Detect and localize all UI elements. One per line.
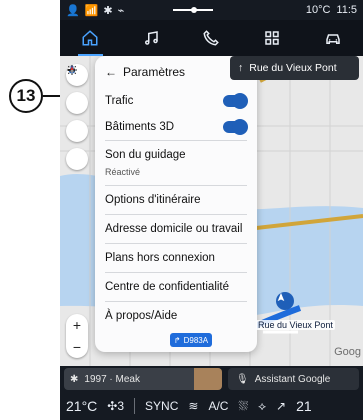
car-icon — [325, 34, 340, 44]
setting-row-traffic[interactable]: Trafic — [95, 88, 257, 114]
fan-speed[interactable]: ✣3 — [107, 399, 124, 413]
zoom-out-button[interactable]: − — [73, 339, 81, 355]
tab-media[interactable] — [121, 20, 182, 56]
seat-heating-icon[interactable]: ⟡ — [258, 399, 266, 414]
now-playing-text: 1997 · Meak — [84, 373, 140, 385]
road-label: Rue du Vieux Pont — [256, 320, 335, 330]
right-temperature[interactable]: 21 — [296, 398, 312, 414]
settings-panel: ← Paramètres ✕ Trafic Bâtiments 3D — [95, 56, 257, 352]
assistant-label: Assistant Google — [254, 373, 331, 385]
media-assistant-row: ✱ 1997 · Meak 🎙 Assistant Google — [60, 366, 363, 392]
back-arrow-icon[interactable]: ← — [105, 65, 117, 79]
map-provider-watermark: Goog — [334, 346, 361, 358]
voice-guidance-status: Réactivé — [105, 167, 141, 177]
music-icon — [144, 31, 158, 45]
tab-phone[interactable] — [181, 20, 242, 56]
status-bar: 👤 📶 ✱ ⌁ 10°C 11:5 — [60, 0, 363, 20]
airflow-icon[interactable]: ↗ — [276, 399, 286, 413]
home-icon — [82, 30, 98, 46]
left-temp-unit: °C — [81, 398, 98, 414]
screenshot-stage: 13 👤 📶 ✱ ⌁ 10°C 11:5 ← Paramètres Trafic… — [0, 0, 363, 420]
callout-number: 13 — [16, 86, 36, 105]
settings-title-group: ← Paramètres — [105, 65, 185, 79]
offline-maps-label: Plans hors connexion — [105, 252, 215, 264]
climate-bar: 21°C ✣3 SYNC ≋ A/C ⛆ ⟡ ↗ 21 — [60, 392, 363, 420]
ac-button[interactable]: A/C — [208, 399, 228, 413]
callout-leader-line — [43, 95, 60, 97]
map-left-tools — [66, 64, 88, 170]
home-work-label: Adresse domicile ou travail — [105, 223, 243, 235]
route-chip-text: Rue du Vieux Pont — [249, 62, 337, 74]
zoom-controls: + − — [66, 314, 88, 358]
route-instruction-chip[interactable]: ↑ Rue du Vieux Pont — [230, 56, 359, 80]
navigation-arrow-icon — [277, 292, 285, 302]
fan-level: 3 — [117, 399, 125, 413]
sync-button[interactable]: SYNC — [145, 399, 178, 413]
album-art — [194, 368, 222, 390]
callout-13: 13 — [9, 79, 43, 113]
main-tab-bar — [60, 20, 363, 56]
buildings-3d-toggle[interactable] — [223, 119, 248, 135]
current-location-marker — [276, 292, 294, 310]
setting-row-route-options[interactable]: Options d'itinéraire — [95, 186, 257, 214]
setting-row-offline-maps[interactable]: Plans hors connexion — [95, 244, 257, 272]
assistant-card[interactable]: 🎙 Assistant Google — [228, 368, 359, 390]
left-temperature[interactable]: 21°C — [66, 398, 97, 414]
traffic-label: Trafic — [105, 95, 134, 107]
rear-defrost-icon[interactable]: ≋ — [188, 399, 198, 413]
traffic-toggle[interactable] — [223, 93, 248, 109]
about-help-label: À propos/Aide — [105, 310, 178, 322]
setting-row-home-work[interactable]: Adresse domicile ou travail — [95, 215, 257, 243]
apps-grid-icon — [265, 31, 279, 45]
zoom-in-button[interactable]: + — [73, 317, 81, 333]
status-icons-left: 👤 📶 ✱ ⌁ — [66, 4, 124, 17]
route-options-label: Options d'itinéraire — [105, 194, 201, 206]
left-temp-value: 21 — [66, 398, 82, 414]
clock: 11:5 — [336, 4, 357, 16]
infotainment-screen: 👤 📶 ✱ ⌁ 10°C 11:5 ← Paramètres Trafic Bâ… — [60, 0, 363, 420]
toggle-knob — [232, 93, 248, 109]
privacy-center-label: Centre de confidentialité — [105, 281, 230, 293]
sound-button[interactable] — [66, 67, 88, 142]
now-playing-card[interactable]: ✱ 1997 · Meak — [64, 368, 222, 390]
compass-icon — [70, 66, 74, 74]
settings-title: Paramètres — [123, 65, 186, 79]
setting-row-privacy-center[interactable]: Centre de confidentialité — [95, 273, 257, 301]
road-number-tag: ↱ D983A — [170, 333, 212, 347]
buildings-3d-label: Bâtiments 3D — [105, 121, 175, 133]
status-right: 10°C 11:5 — [306, 4, 357, 16]
road-tag-arrow-icon: ↱ — [173, 335, 181, 345]
compass-button[interactable] — [66, 66, 88, 170]
bluetooth-icon: ✱ — [103, 4, 113, 17]
tab-vehicle[interactable] — [302, 20, 363, 56]
outside-temperature: 10°C — [305, 4, 331, 16]
setting-row-3d-buildings[interactable]: Bâtiments 3D — [95, 114, 257, 140]
toggle-knob — [232, 119, 248, 135]
front-defrost-icon[interactable]: ⛆ — [238, 399, 248, 414]
wifi-icon: ⌁ — [117, 4, 125, 17]
phone-icon — [203, 30, 220, 46]
navigation-map[interactable]: ← Paramètres ✕ Trafic Bâtiments 3D — [60, 56, 363, 366]
arrow-up-icon: ↑ — [238, 62, 244, 74]
tab-home[interactable] — [60, 20, 121, 56]
bluetooth-media-icon: ✱ — [70, 373, 79, 385]
settings-button[interactable] — [66, 65, 88, 114]
fan-icon: ✣ — [107, 399, 118, 413]
road-number-text: D983A — [183, 335, 209, 345]
voice-guidance-label: Son du guidage — [105, 149, 186, 161]
tab-apps[interactable] — [242, 20, 303, 56]
assistant-mic-icon: 🎙 — [236, 373, 249, 385]
phone-signal-icon: 📶 — [84, 4, 99, 17]
setting-row-about-help[interactable]: À propos/Aide — [95, 302, 257, 330]
page-indicator — [173, 7, 213, 13]
page-indicator-dot — [191, 7, 197, 13]
setting-row-voice-guidance[interactable]: Son du guidage Réactivé — [95, 141, 257, 185]
separator — [134, 398, 136, 414]
user-icon: 👤 — [66, 4, 80, 17]
